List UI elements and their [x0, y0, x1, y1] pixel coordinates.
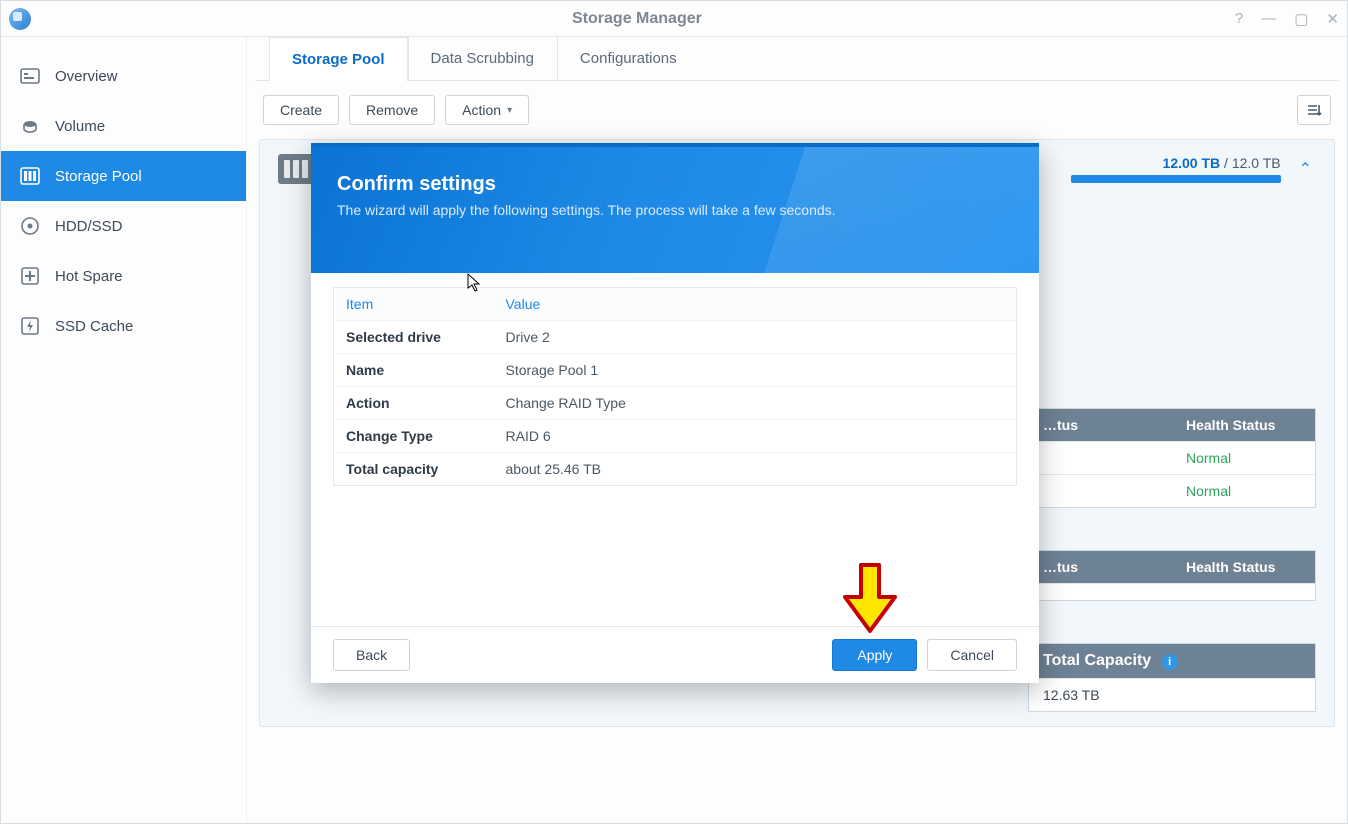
- sidebar-item-hot-spare[interactable]: Hot Spare: [1, 251, 246, 301]
- sidebar: Overview Volume Storage Pool HDD/SSD: [1, 37, 247, 823]
- raid-capacity-box: Total Capacity i 12.63 TB: [1028, 643, 1316, 712]
- create-button[interactable]: Create: [263, 95, 339, 125]
- sort-button[interactable]: [1297, 95, 1331, 125]
- app-window: Storage Manager ? — ▢ ✕ Overview Volume: [0, 0, 1348, 824]
- confirm-settings-modal: ✕ Confirm settings The wizard will apply…: [311, 143, 1039, 683]
- window-title: Storage Manager: [39, 10, 1235, 28]
- table-row[interactable]: Normal: [1029, 474, 1315, 507]
- sort-icon: [1306, 103, 1322, 117]
- storage-pool-icon: [19, 165, 41, 187]
- cell: [1029, 475, 1172, 507]
- modal-body: Item Value Selected drive Drive 2 Name S…: [311, 273, 1039, 626]
- remove-button[interactable]: Remove: [349, 95, 435, 125]
- sidebar-item-label: Hot Spare: [55, 268, 123, 285]
- pool-icon: [278, 154, 314, 184]
- drives-table: …tus Health Status Normal Normal: [1028, 408, 1316, 508]
- table-header: …tus Health Status: [1029, 409, 1315, 441]
- modal-subtitle: The wizard will apply the following sett…: [337, 202, 1013, 218]
- app-icon: [9, 8, 31, 30]
- sidebar-item-label: HDD/SSD: [55, 218, 123, 235]
- window-controls: ? — ▢ ✕: [1235, 10, 1339, 28]
- col-status: …tus: [1029, 551, 1172, 583]
- apply-button[interactable]: Apply: [832, 639, 917, 671]
- sidebar-item-label: Storage Pool: [55, 168, 142, 185]
- cell-key: Name: [334, 354, 494, 387]
- capacity: 12.00 TB / 12.0 TB: [1051, 155, 1281, 183]
- overview-icon: [19, 65, 41, 87]
- table-row: Change Type RAID 6: [334, 420, 1017, 453]
- tab-storage-pool[interactable]: Storage Pool: [269, 37, 408, 81]
- hdd-icon: [19, 215, 41, 237]
- total-capacity: 12.0 TB: [1232, 155, 1281, 171]
- table-row: Name Storage Pool 1: [334, 354, 1017, 387]
- cell-key: Selected drive: [334, 321, 494, 354]
- col-health: Health Status: [1172, 551, 1315, 583]
- ssd-cache-icon: [19, 315, 41, 337]
- sidebar-item-volume[interactable]: Volume: [1, 101, 246, 151]
- table-row[interactable]: [1029, 583, 1315, 600]
- chevron-down-icon: ▾: [507, 105, 512, 116]
- cancel-button[interactable]: Cancel: [927, 639, 1017, 671]
- back-button[interactable]: Back: [333, 639, 410, 671]
- modal-title: Confirm settings: [337, 173, 1013, 196]
- cell-val: about 25.46 TB: [494, 453, 1017, 486]
- cell-val: Change RAID Type: [494, 387, 1017, 420]
- cell-key: Change Type: [334, 420, 494, 453]
- raid-value: 12.63 TB: [1029, 679, 1315, 711]
- col-total-capacity: Total Capacity i: [1029, 644, 1315, 678]
- action-button[interactable]: Action ▾: [445, 95, 529, 125]
- cell-key: Total capacity: [334, 453, 494, 486]
- drives-table-2: …tus Health Status: [1028, 550, 1316, 601]
- used-capacity: 12.00 TB: [1163, 155, 1221, 171]
- tab-configurations[interactable]: Configurations: [557, 36, 700, 80]
- hot-spare-icon: [19, 265, 41, 287]
- capacity-text: 12.00 TB / 12.0 TB: [1163, 155, 1281, 171]
- sidebar-item-hdd-ssd[interactable]: HDD/SSD: [1, 201, 246, 251]
- col-value: Value: [494, 288, 1017, 321]
- raid-row: 12.63 TB: [1029, 678, 1315, 711]
- table-row: Total capacity about 25.46 TB: [334, 453, 1017, 486]
- sidebar-item-label: Volume: [55, 118, 105, 135]
- table-row: Selected drive Drive 2: [334, 321, 1017, 354]
- toolbar: Create Remove Action ▾: [255, 81, 1339, 139]
- cell-key: Action: [334, 387, 494, 420]
- table-header: …tus Health Status: [1029, 551, 1315, 583]
- maximize-icon[interactable]: ▢: [1294, 10, 1308, 28]
- settings-table: Item Value Selected drive Drive 2 Name S…: [333, 287, 1017, 486]
- help-icon[interactable]: ?: [1235, 10, 1243, 28]
- minimize-icon[interactable]: —: [1261, 10, 1276, 28]
- col-item: Item: [334, 288, 494, 321]
- table-row[interactable]: Normal: [1029, 441, 1315, 474]
- cell-val: Drive 2: [494, 321, 1017, 354]
- cell-val: Storage Pool 1: [494, 354, 1017, 387]
- modal-banner: Confirm settings The wizard will apply t…: [311, 147, 1039, 273]
- tabs: Storage Pool Data Scrubbing Configuratio…: [255, 37, 1339, 81]
- sidebar-item-label: Overview: [55, 68, 118, 85]
- col-status: …tus: [1029, 409, 1172, 441]
- cell: [1029, 442, 1172, 474]
- raid-header: Total Capacity i: [1029, 644, 1315, 678]
- sidebar-item-overview[interactable]: Overview: [1, 51, 246, 101]
- tab-data-scrubbing[interactable]: Data Scrubbing: [408, 36, 557, 80]
- table-row: Action Change RAID Type: [334, 387, 1017, 420]
- capacity-sep: /: [1224, 155, 1232, 171]
- col-health: Health Status: [1172, 409, 1315, 441]
- collapse-toggle[interactable]: ⌃: [1295, 159, 1316, 179]
- cell-health: Normal: [1172, 475, 1315, 507]
- close-icon[interactable]: ✕: [1326, 10, 1339, 28]
- modal-footer: Back Apply Cancel: [311, 626, 1039, 683]
- cell: [1172, 584, 1315, 600]
- col-label: Total Capacity: [1043, 652, 1151, 669]
- sidebar-item-storage-pool[interactable]: Storage Pool: [1, 151, 246, 201]
- volume-icon: [19, 115, 41, 137]
- sidebar-item-label: SSD Cache: [55, 318, 133, 335]
- action-button-label: Action: [462, 102, 501, 118]
- cell-health: Normal: [1172, 442, 1315, 474]
- cell: [1029, 584, 1172, 600]
- info-icon[interactable]: i: [1162, 654, 1178, 670]
- cell-val: RAID 6: [494, 420, 1017, 453]
- titlebar: Storage Manager ? — ▢ ✕: [1, 1, 1347, 37]
- capacity-bar: [1071, 175, 1281, 183]
- sidebar-item-ssd-cache[interactable]: SSD Cache: [1, 301, 246, 351]
